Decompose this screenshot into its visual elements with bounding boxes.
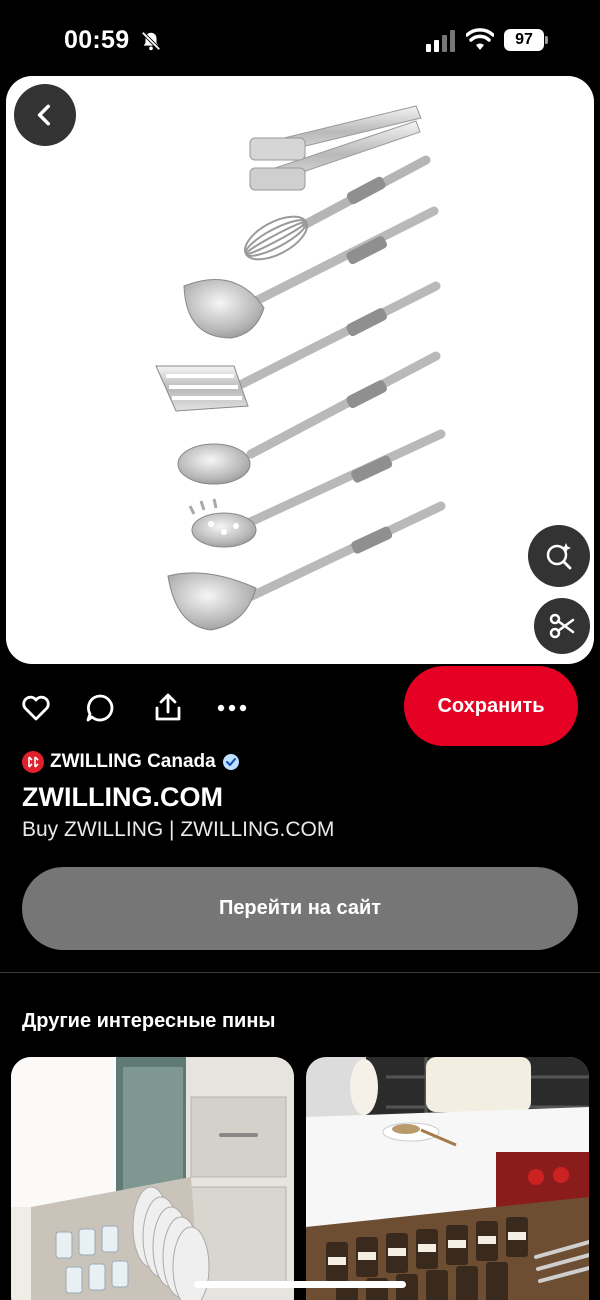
- source-name: ZWILLING Canada: [50, 751, 216, 772]
- divider: [0, 972, 600, 973]
- save-button[interactable]: Сохранить: [404, 666, 578, 746]
- share-icon[interactable]: [152, 692, 184, 724]
- cutout-button[interactable]: [534, 598, 590, 654]
- signal-icon: [426, 30, 455, 52]
- source-profile[interactable]: ZWILLING Canada: [22, 748, 240, 776]
- kitchen-utensils-image: [155, 105, 446, 631]
- zwilling-logo: [22, 751, 44, 773]
- comment-icon[interactable]: [84, 692, 116, 724]
- wifi-icon: [466, 28, 494, 50]
- visual-search-icon: [546, 543, 572, 570]
- visit-site-button[interactable]: Перейти на сайт: [22, 867, 578, 950]
- battery-indicator: 97: [504, 29, 548, 51]
- more-pins-title: Другие интересные пины: [22, 1010, 276, 1032]
- status-bar: 00:59 97: [0, 0, 600, 78]
- back-button[interactable]: [14, 84, 76, 146]
- verified-icon: [222, 754, 239, 770]
- pin-description: Buy ZWILLING | ZWILLING.COM: [22, 818, 335, 841]
- battery-level: 97: [504, 29, 544, 51]
- status-time: 00:59: [64, 26, 130, 54]
- visual-search-button[interactable]: [528, 525, 590, 587]
- home-indicator[interactable]: [194, 1281, 406, 1288]
- heart-icon[interactable]: [20, 692, 52, 724]
- spice-drawer-image: [306, 1057, 589, 1300]
- bell-muted-icon: [141, 31, 161, 51]
- more-icon[interactable]: [216, 692, 248, 724]
- related-pin-spice-drawer[interactable]: [306, 1057, 589, 1300]
- pin-title: ZWILLING.COM: [22, 782, 223, 812]
- pin-image[interactable]: [6, 76, 594, 664]
- back-icon: [37, 104, 50, 126]
- scissors-icon: [549, 613, 575, 639]
- kitchen-drawer-image: [11, 1057, 294, 1300]
- related-pin-kitchen-drawer[interactable]: [11, 1057, 294, 1300]
